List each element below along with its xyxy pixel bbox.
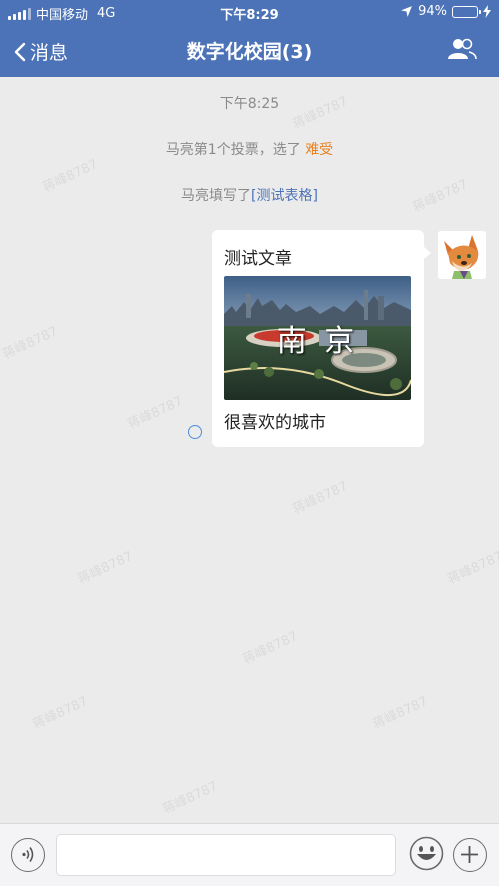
avatar[interactable]: [438, 231, 486, 279]
watermark: 蒋峰8787: [240, 629, 301, 668]
watermark: 蒋峰8787: [370, 694, 431, 733]
form-link[interactable]: [测试表格]: [251, 188, 318, 204]
battery-percent: 94%: [418, 4, 447, 19]
message-title: 测试文章: [224, 249, 292, 269]
emoji-icon[interactable]: [409, 836, 444, 871]
page-title: 数字化校园(3): [186, 41, 313, 63]
input-bar: [0, 823, 499, 886]
watermark: 蒋峰8787: [290, 479, 351, 518]
voice-icon: [22, 847, 34, 862]
nav-bar: 消息 数字化校园(3): [0, 24, 499, 77]
watermark: 蒋峰8787: [75, 549, 136, 588]
charging-bolt-icon: [483, 5, 491, 18]
message-timestamp: 下午8:25: [219, 96, 280, 112]
voice-toggle-button[interactable]: [11, 838, 45, 872]
fox-avatar-image: [438, 231, 486, 279]
top-bar: 中国移动 4G 下午8:29 94% 消息 数字化校园(3): [0, 0, 499, 77]
watermark: 蒋峰8787: [0, 324, 61, 363]
message-bubble[interactable]: 测试文章 南 京 很喜欢的城市: [212, 230, 431, 447]
status-bar: 中国移动 4G 下午8:29 94%: [0, 0, 499, 24]
watermark: 蒋峰8787: [445, 549, 499, 588]
chat-area[interactable]: 蒋峰8787 蒋峰8787 蒋峰8787 蒋峰8787 蒋峰8787 蒋峰878…: [0, 77, 499, 823]
location-arrow-icon: [401, 6, 413, 17]
vote-notice-text: 马亮第1个投票，选了: [165, 142, 301, 158]
vote-notice: 马亮第1个投票，选了 难受: [0, 139, 499, 159]
battery-icon: [452, 5, 481, 18]
sending-status-icon: [188, 425, 202, 439]
group-members-icon[interactable]: [447, 38, 477, 60]
plus-icon: [461, 846, 478, 863]
watermark: 蒋峰8787: [30, 694, 91, 733]
message-image[interactable]: 南 京: [224, 276, 411, 400]
vote-choice[interactable]: 难受: [305, 142, 333, 158]
more-options-button[interactable]: [453, 838, 487, 872]
watermark: 蒋峰8787: [160, 779, 221, 818]
message-input[interactable]: [56, 834, 396, 876]
image-caption: 南 京: [276, 324, 359, 359]
message-text: 很喜欢的城市: [224, 413, 326, 433]
form-notice: 马亮填写了[测试表格]: [0, 185, 499, 205]
watermark: 蒋峰8787: [125, 394, 186, 433]
form-notice-text: 马亮填写了: [181, 188, 252, 204]
